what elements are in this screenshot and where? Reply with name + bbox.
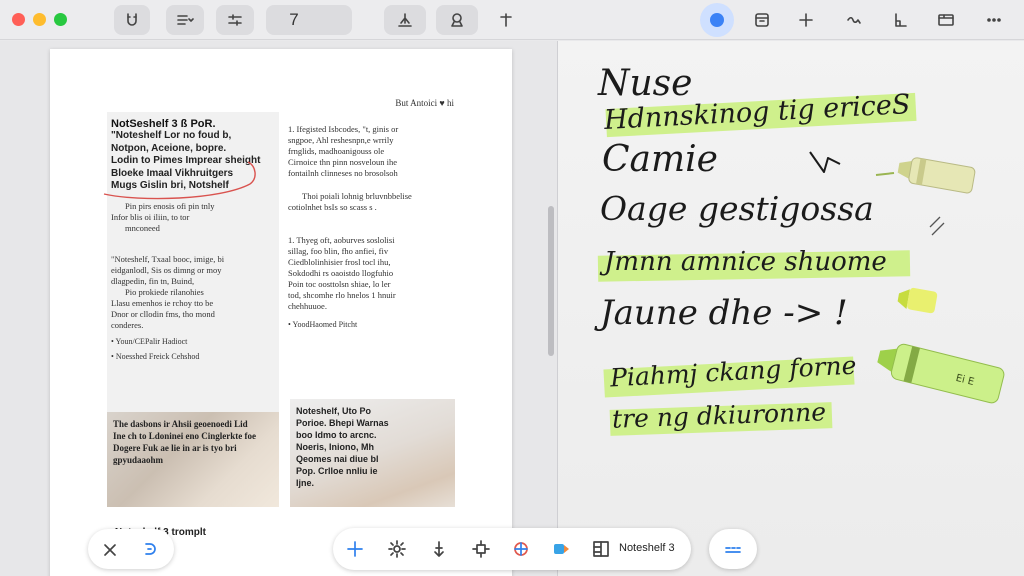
document-header: But Antoici ♥ hi [395, 98, 454, 108]
text-line: sillag, foo blin, fho anfiei, fiv [288, 246, 389, 256]
magnet-icon[interactable] [114, 5, 150, 35]
main-tool-bar: Noteshelf 3 [333, 528, 691, 570]
text-line: fontailnh clinneses no brosolsoh [288, 168, 398, 178]
highlighter-icon[interactable] [549, 537, 573, 561]
note-line: Jmnn amnice shuome [604, 247, 887, 277]
settings-cog-icon[interactable] [385, 537, 409, 561]
text-line: Poin toc oosttolsn shiae, lo ler [288, 279, 391, 289]
zoom-window-button[interactable] [54, 13, 67, 26]
text-line: eidganlodl, Sis os dimng or moy [111, 264, 222, 275]
text-line: Dnor or cllodin fms, tho mond [111, 308, 215, 319]
right-float-bar [709, 529, 757, 569]
bullet-item: • Noesshed Freick Cehshod [111, 351, 200, 361]
list-dropdown-icon[interactable] [166, 5, 204, 35]
calendar-icon[interactable] [748, 5, 776, 35]
bold-line: "Noteshelf Lor no foud b, [111, 130, 232, 141]
photo-left-caption: The dasbons ir Ahsii geoenoedi Lid Ine c… [113, 419, 256, 465]
notes-canvas[interactable]: Nuse Hdnnskinog tig ericeS Camie Oage ge… [558, 41, 1024, 576]
text-line: Sokdodhi rs oaoistdo llogfuhio [288, 268, 394, 278]
left-float-bar [88, 529, 174, 569]
text-line: Infor blis oi iliin, to tor [111, 211, 190, 222]
right-column: 1. Ifegisted Isbcodes, "t, ginis or sngp… [288, 124, 456, 329]
plus-icon[interactable] [490, 5, 522, 35]
lasso-icon[interactable] [436, 5, 478, 35]
pen-icon[interactable] [840, 5, 868, 35]
note-line: Camie [602, 139, 718, 180]
note-line: Jaune dhe -> ! [600, 293, 848, 333]
text-line: 1. Ifegisted Isbcodes, "t, ginis or [288, 124, 399, 134]
text-line: frnglids, madhoanigouss ole [288, 146, 385, 156]
add-icon[interactable] [343, 537, 367, 561]
text-line: chehhuuoe. [288, 301, 327, 311]
bullet-item: • YoodHaomed Pitcht [288, 320, 358, 329]
more-icon[interactable] [978, 5, 1010, 35]
text-line: cotiolnhet bsIs so scass s . [288, 202, 377, 212]
top-toolbar: 7 [0, 0, 1024, 40]
text-line: Pio prokiede rilanohies [125, 286, 204, 297]
text-line: conderes. [111, 319, 144, 330]
photo-left: The dasbons ir Ahsii geoenoedi Lid Ine c… [107, 412, 279, 507]
split-scroll-handle[interactable] [548, 206, 554, 356]
text-tool-icon[interactable] [384, 5, 426, 35]
note-line: Nuse [598, 63, 693, 104]
document-pane[interactable]: But Antoici ♥ hi NotSeshelf 3 ß PoR. "No… [0, 41, 557, 576]
red-annotation-icon [103, 161, 256, 200]
minimize-window-button[interactable] [33, 13, 46, 26]
note-line: Oage gestigossa [600, 189, 874, 228]
green-highlighter-icon: Ei E [877, 343, 1005, 404]
document-title: NotSeshelf 3 ß PoR. [111, 118, 216, 130]
close-window-button[interactable] [12, 13, 25, 26]
highlighter-tip-icon [897, 287, 938, 314]
image-icon[interactable] [932, 5, 960, 35]
page-number: 7 [289, 10, 299, 29]
ruler-icon[interactable] [886, 5, 914, 35]
text-line: Thoi poiali lohnig brluvnbbelise [302, 191, 412, 201]
text-line: Ciedblolinhisier frosl tocl ihu, [288, 257, 391, 267]
text-line: tod, shcomhe rlo hnelos 1 hnuir [288, 290, 396, 300]
text-line: dlagpedin, fin tn, Buind, [111, 275, 195, 286]
handwriting-icon[interactable] [721, 538, 745, 562]
sliders-icon[interactable] [216, 5, 254, 35]
record-icon[interactable] [700, 3, 734, 37]
bullet-item: • Youn/CEPalir Hadioct [111, 336, 188, 346]
text-line: "Noteshelf, Txaal booc, imige, bi [111, 253, 225, 264]
text-line: mnconeed [125, 222, 160, 233]
text-line: 1. Thyeg oft, aoburves soslolisi [288, 235, 395, 245]
lasso-select-icon[interactable] [138, 538, 162, 562]
crosshair-icon[interactable] [469, 537, 493, 561]
photo-right: Noteshelf, Uto Po Porioe. Bhepi Warnas b… [290, 399, 455, 507]
highlighter-marker-icon [875, 157, 976, 194]
page-number-field[interactable]: 7 [266, 5, 352, 35]
layout-icon[interactable] [589, 537, 613, 561]
photo-right-caption: Noteshelf, Uto Po Porioe. Bhepi Warnas b… [296, 406, 389, 488]
pen-stroke-icon [929, 216, 945, 236]
text-line: Pin pirs enosis ofi pin tnly [125, 200, 215, 211]
close-icon[interactable] [98, 538, 122, 562]
document-page[interactable]: But Antoici ♥ hi NotSeshelf 3 ß PoR. "No… [50, 49, 512, 576]
notebook-label[interactable]: Noteshelf 3 [619, 542, 675, 554]
shape-icon[interactable] [509, 537, 533, 561]
arrow-scribble-icon [809, 151, 841, 173]
move-icon[interactable] [427, 537, 451, 561]
text-line: Llasu emenhos ie rchoy tto be [111, 297, 214, 308]
text-line: sngpoe, Ahl reshesnpn,e wrrily [288, 135, 394, 145]
text-line: Cirnoice thn pinn nosveloun ihe [288, 157, 398, 167]
add-icon[interactable] [792, 5, 820, 35]
